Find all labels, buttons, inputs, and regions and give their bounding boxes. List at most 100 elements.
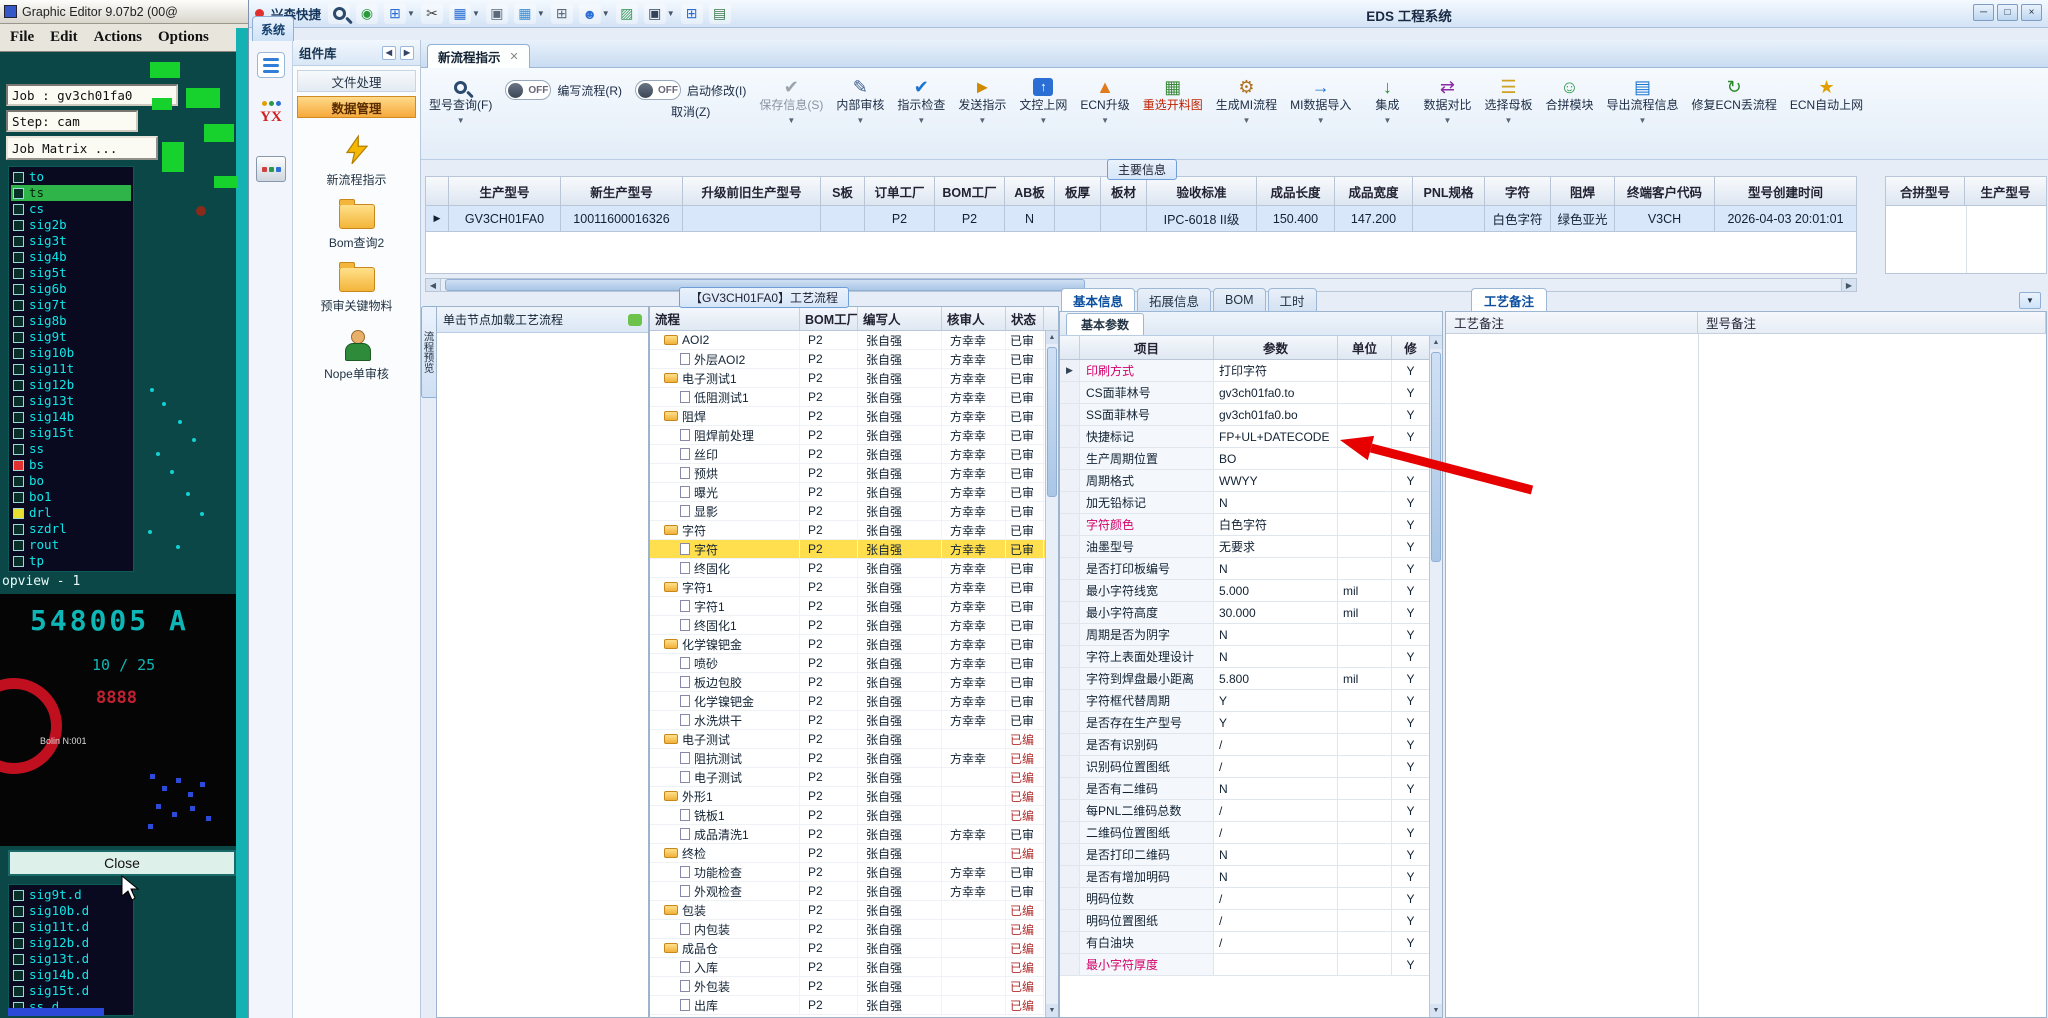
param-row[interactable]: CS面菲林号 gv3ch01fa0.to Y xyxy=(1060,382,1442,404)
param-row[interactable]: 是否存在生产型号 Y Y xyxy=(1060,712,1442,734)
main-info-header-cell[interactable]: S板 xyxy=(821,176,865,206)
main-info-header-cell[interactable]: 终端客户代码 xyxy=(1615,176,1715,206)
layer-checkbox[interactable] xyxy=(13,267,24,279)
param-row[interactable]: 最小字符厚度 Y xyxy=(1060,954,1442,976)
dropdown-arrow-icon[interactable]: ▼ xyxy=(856,116,864,125)
param-value-cell[interactable]: gv3ch01fa0.to xyxy=(1214,382,1338,403)
ribbon-button-重选开料图[interactable]: ▦ 重选开料图 xyxy=(1143,75,1203,113)
layer-row[interactable]: to xyxy=(11,169,131,185)
param-row[interactable]: 每PNL二维码总数 / Y xyxy=(1060,800,1442,822)
layer-checkbox[interactable] xyxy=(13,395,24,407)
flow-preview-side-tab[interactable]: 流程预览 xyxy=(421,306,436,398)
apps-icon[interactable]: ⊞ xyxy=(550,3,573,24)
tree-scrollbar-thumb[interactable] xyxy=(1047,347,1057,497)
param-value-cell[interactable]: / xyxy=(1214,756,1338,777)
tree-row[interactable]: 显影 P2 张自强 方幸幸 已审 xyxy=(650,502,1058,521)
layer-checkbox[interactable] xyxy=(13,203,24,215)
maximize-button[interactable]: □ xyxy=(1997,4,2018,21)
layer-row[interactable]: bo xyxy=(11,473,131,489)
param-value-cell[interactable]: 打印字符 xyxy=(1214,360,1338,381)
layer-checkbox[interactable] xyxy=(13,235,24,247)
tree-row[interactable]: 电子测试1 P2 张自强 方幸幸 已审 xyxy=(650,369,1058,388)
param-value-cell[interactable]: N xyxy=(1214,866,1338,887)
layer-row[interactable]: sig8b xyxy=(11,313,131,329)
layer-checkbox[interactable] xyxy=(13,427,24,439)
layer-checkbox[interactable] xyxy=(13,443,24,455)
tree-row[interactable]: 阻焊 P2 张自强 方幸幸 已审 xyxy=(650,407,1058,426)
tree-row[interactable]: 终固化 P2 张自强 方幸幸 已审 xyxy=(650,559,1058,578)
param-row[interactable]: ▶ 印刷方式 打印字符 Y xyxy=(1060,360,1442,382)
param-row[interactable]: 快捷标记 FP+UL+DATECODE Y xyxy=(1060,426,1442,448)
dropdown-arrow-icon[interactable]: ▼ xyxy=(602,9,610,18)
layer-row[interactable]: sig10b.d xyxy=(11,903,131,919)
tree-row[interactable]: 包装 P2 张自强 已编 xyxy=(650,901,1058,920)
param-value-cell[interactable]: 5.000 xyxy=(1214,580,1338,601)
dropdown-arrow-icon[interactable]: ▼ xyxy=(1242,116,1250,125)
layer-row[interactable]: sig9t.d xyxy=(11,887,131,903)
param-header-0[interactable]: 项目 xyxy=(1080,336,1214,359)
graphic-editor-titlebar[interactable]: Graphic Editor 9.07b2 (00@ xyxy=(0,0,250,24)
layer-row[interactable]: sig11t xyxy=(11,361,131,377)
windows-icon[interactable]: ⊞ xyxy=(680,3,703,24)
tree-row[interactable]: 功能检查 P2 张自强 方幸幸 已审 xyxy=(650,863,1058,882)
main-info-header-cell[interactable]: 订单工厂 xyxy=(865,176,935,206)
layer-checkbox[interactable] xyxy=(13,491,24,503)
param-row[interactable]: 最小字符高度 30.000 mil Y xyxy=(1060,602,1442,624)
param-value-cell[interactable]: 无要求 xyxy=(1214,536,1338,557)
user-icon[interactable]: ☻ xyxy=(578,3,601,24)
layer-checkbox[interactable] xyxy=(13,283,24,295)
param-value-cell[interactable]: 白色字符 xyxy=(1214,514,1338,535)
sheet-icon[interactable]: ▦ xyxy=(448,3,471,24)
layer-checkbox[interactable] xyxy=(13,523,24,535)
menu-file[interactable]: File xyxy=(10,29,34,46)
ribbon-button-生成MI流程[interactable]: ⚙ 生成MI流程 ▼ xyxy=(1216,75,1277,125)
job-matrix-button[interactable]: Job Matrix ... xyxy=(6,136,158,160)
ribbon-button-发送指示[interactable]: ► 发送指示 ▼ xyxy=(958,75,1006,125)
main-info-header-cell[interactable]: 成品宽度 xyxy=(1335,176,1413,206)
layer-row[interactable]: sig2b xyxy=(11,217,131,233)
scroll-up-icon[interactable]: ▲ xyxy=(1430,336,1442,349)
layer-checkbox[interactable] xyxy=(13,539,24,551)
tree-row[interactable]: 化学镍钯金 P2 张自强 方幸幸 已审 xyxy=(650,635,1058,654)
main-info-header-cell[interactable]: BOM工厂 xyxy=(935,176,1005,206)
tree-row[interactable]: 终固化1 P2 张自强 方幸幸 已审 xyxy=(650,616,1058,635)
layer-checkbox[interactable] xyxy=(13,187,24,199)
tree-row[interactable]: 电子测试 P2 张自强 已编 xyxy=(650,768,1058,787)
dropdown-arrow-icon[interactable]: ▼ xyxy=(1317,116,1325,125)
layer-row[interactable]: bo1 xyxy=(11,489,131,505)
layer-checkbox[interactable] xyxy=(13,937,24,949)
layer-checkbox[interactable] xyxy=(13,219,24,231)
param-value-cell[interactable]: / xyxy=(1214,822,1338,843)
layer-row[interactable]: sig5t xyxy=(11,265,131,281)
param-value-cell[interactable]: Y xyxy=(1214,690,1338,711)
component-group-active[interactable]: 数据管理 xyxy=(297,96,416,118)
table-icon[interactable]: ⊞ xyxy=(384,3,407,24)
main-info-header-cell[interactable]: 板厚 xyxy=(1055,176,1101,206)
layer-row[interactable]: szdrl xyxy=(11,521,131,537)
scroll-left-icon[interactable]: ◀ xyxy=(426,279,441,291)
ribbon-button-集成[interactable]: ↓ 集成 ▼ xyxy=(1364,75,1410,125)
layer-checkbox[interactable] xyxy=(13,171,24,183)
main-info-data-row[interactable]: ▶ GV3CH01FA0 10011600016326 P2 P2 N IPC-6018 I… xyxy=(425,206,1857,232)
grid-icon[interactable]: ▦ xyxy=(513,3,536,24)
layer-row[interactable]: drl xyxy=(11,505,131,521)
param-scrollbar-thumb[interactable] xyxy=(1431,352,1441,562)
dropdown-arrow-icon[interactable]: ▼ xyxy=(917,116,925,125)
layer-checkbox[interactable] xyxy=(13,363,24,375)
tree-row[interactable]: 铣板1 P2 张自强 已编 xyxy=(650,806,1058,825)
param-value-cell[interactable]: gv3ch01fa0.bo xyxy=(1214,404,1338,425)
main-info-header-cell[interactable]: 验收标准 xyxy=(1147,176,1257,206)
param-value-cell[interactable]: / xyxy=(1214,932,1338,953)
layer-row[interactable]: rout xyxy=(11,537,131,553)
tab-工时[interactable]: 工时 xyxy=(1267,288,1317,312)
device-icon[interactable] xyxy=(256,156,286,182)
layer-row[interactable]: sig12b xyxy=(11,377,131,393)
param-header-3[interactable]: 修 xyxy=(1392,336,1430,359)
tree-row[interactable]: 终检 P2 张自强 已编 xyxy=(650,844,1058,863)
layer-row[interactable]: bs xyxy=(11,457,131,473)
dropdown-arrow-icon[interactable]: ▼ xyxy=(472,9,480,18)
dropdown-arrow-icon[interactable]: ▼ xyxy=(667,9,675,18)
dropdown-arrow-icon[interactable]: ▼ xyxy=(537,9,545,18)
dropdown-arrow-icon[interactable]: ▼ xyxy=(1639,116,1647,125)
param-value-cell[interactable]: BO xyxy=(1214,448,1338,469)
